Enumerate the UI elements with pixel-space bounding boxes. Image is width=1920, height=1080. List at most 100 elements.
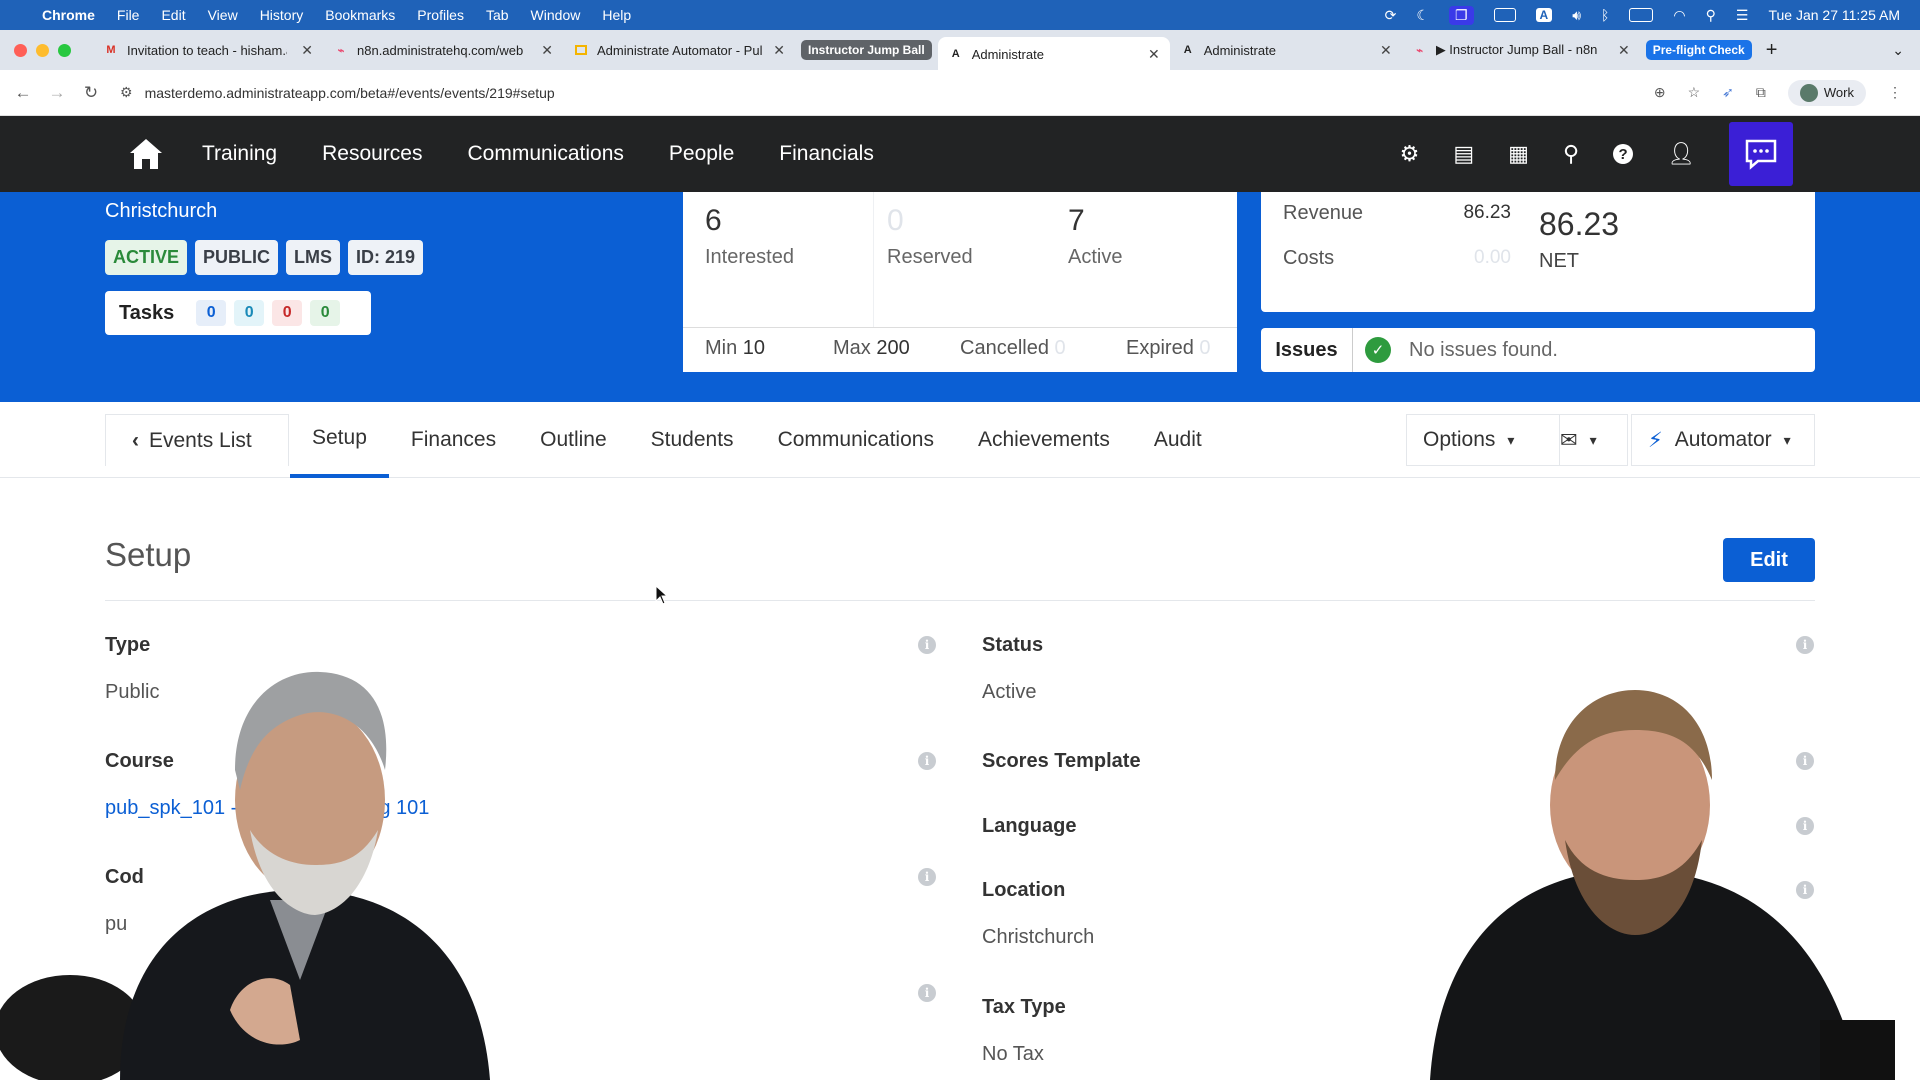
screen-mirroring-icon[interactable]: ❐ — [1448, 5, 1474, 25]
options-dropdown[interactable]: Options ▾ — [1406, 414, 1560, 466]
info-icon[interactable]: i — [918, 636, 936, 654]
edit-button[interactable]: Edit — [1723, 538, 1815, 582]
browser-tab[interactable]: ⌁ n8n.administratehq.com/web ✕ — [323, 34, 563, 66]
input-source-icon[interactable]: A — [1535, 8, 1553, 22]
browser-tab-active[interactable]: A Administrate ✕ — [937, 37, 1170, 71]
site-settings-icon[interactable]: ⚙︎ — [120, 84, 133, 101]
wifi-icon[interactable]: ◠ — [1673, 7, 1685, 24]
new-tab-icon[interactable]: + — [1766, 39, 1778, 62]
close-window-button[interactable] — [14, 43, 27, 57]
info-icon[interactable]: i — [1796, 636, 1814, 654]
automator-dropdown[interactable]: ⚡︎ Automator ▾ — [1631, 414, 1815, 466]
nav-financials[interactable]: Financials — [779, 142, 874, 166]
maximize-window-button[interactable] — [58, 43, 71, 57]
close-icon[interactable]: ✕ — [301, 42, 313, 59]
browser-tab[interactable]: Administrate Automator - Pul ✕ — [563, 34, 795, 66]
nav-resources[interactable]: Resources — [322, 142, 422, 166]
sync-icon[interactable]: ⟳ — [1385, 7, 1397, 24]
menu-tab[interactable]: Tab — [486, 7, 509, 23]
tab-setup[interactable]: Setup — [290, 414, 389, 478]
url-input[interactable]: masterdemo.administrateapp.com/beta#/eve… — [145, 85, 555, 101]
close-icon[interactable]: ✕ — [541, 42, 553, 59]
browser-tab[interactable]: M Invitation to teach - hisham.a ✕ — [93, 34, 323, 66]
email-dropdown[interactable]: ✉ ▾ — [1544, 414, 1628, 466]
presenter-video-left — [0, 671, 490, 1080]
info-icon[interactable]: i — [918, 752, 936, 770]
tab-achievements[interactable]: Achievements — [956, 414, 1132, 466]
home-icon[interactable] — [128, 137, 164, 171]
administrate-icon: A — [951, 48, 960, 60]
browser-tab-strip: M Invitation to teach - hisham.a ✕ ⌁ n8n… — [0, 30, 1920, 71]
macos-menubar: Chrome File Edit View History Bookmarks … — [0, 0, 1920, 30]
tasks-widget[interactable]: Tasks 0 0 0 0 — [105, 291, 371, 335]
close-icon[interactable]: ✕ — [1148, 46, 1160, 63]
list-icon[interactable]: ▤ — [1453, 141, 1474, 167]
tab-search-chevron-icon[interactable]: ⌄ — [1892, 42, 1904, 59]
bookmark-star-icon[interactable]: ☆ — [1688, 84, 1701, 101]
kebab-menu-icon[interactable]: ⋮ — [1888, 84, 1902, 101]
calendar-icon[interactable]: ▦ — [1508, 141, 1529, 167]
minimize-window-button[interactable] — [36, 43, 49, 57]
close-icon[interactable]: ✕ — [773, 42, 785, 59]
search-icon[interactable]: ⚲ — [1563, 141, 1579, 167]
spotlight-icon[interactable]: ⚲ — [1706, 7, 1716, 24]
forward-arrow-icon[interactable]: → — [40, 83, 74, 103]
stat-value: 6 — [705, 204, 722, 237]
field-label: Tax Type — [982, 996, 1066, 1018]
menu-app-name[interactable]: Chrome — [42, 7, 95, 23]
profile-chip[interactable]: Work — [1787, 79, 1866, 106]
extension-rocket-icon[interactable]: ➶ — [1722, 84, 1734, 101]
tab-outline[interactable]: Outline — [518, 414, 629, 466]
browser-tab[interactable]: ⌁ ▶ Instructor Jump Ball - n8n ✕ — [1402, 34, 1640, 66]
costs-label: Costs — [1283, 247, 1335, 269]
tab-students[interactable]: Students — [629, 414, 756, 466]
events-list-button[interactable]: ‹ Events List — [105, 414, 289, 466]
reload-icon[interactable]: ↻ — [74, 83, 108, 103]
menu-window[interactable]: Window — [531, 7, 581, 23]
zoom-icon[interactable]: ⊕ — [1654, 84, 1666, 101]
menu-view[interactable]: View — [208, 7, 238, 23]
control-center-icon[interactable]: ☰ — [1736, 7, 1749, 24]
field-label: Scores Template — [982, 750, 1141, 772]
nav-communications[interactable]: Communications — [467, 142, 623, 166]
browser-tab[interactable]: A Administrate ✕ — [1170, 34, 1402, 66]
tab-finances[interactable]: Finances — [389, 414, 518, 466]
extensions-puzzle-icon[interactable]: ⧉ — [1756, 84, 1766, 101]
back-arrow-icon[interactable]: ← — [6, 83, 40, 103]
chat-button[interactable] — [1729, 122, 1793, 186]
close-icon[interactable]: ✕ — [1380, 42, 1392, 59]
max-capacity: Max 200 — [833, 337, 910, 359]
keyboard-icon[interactable] — [1493, 8, 1516, 22]
menu-edit[interactable]: Edit — [161, 7, 185, 23]
tab-communications[interactable]: Communications — [756, 414, 956, 466]
menu-bookmarks[interactable]: Bookmarks — [325, 7, 395, 23]
menubar-clock[interactable]: Tue Jan 27 11:25 AM — [1768, 7, 1900, 23]
task-count[interactable]: 0 — [310, 300, 341, 326]
task-count[interactable]: 0 — [234, 300, 265, 326]
info-icon[interactable]: i — [918, 984, 936, 1002]
menu-help[interactable]: Help — [602, 7, 631, 23]
event-subnav: ‹ Events List Setup Finances Outline Stu… — [0, 402, 1920, 478]
tab-group-label[interactable]: Instructor Jump Ball — [801, 40, 932, 60]
menu-history[interactable]: History — [260, 7, 304, 23]
battery-icon[interactable] — [1629, 8, 1654, 22]
moon-icon[interactable]: ☾ — [1416, 7, 1429, 24]
event-badges: ACTIVE PUBLIC LMS ID: 219 — [105, 240, 424, 275]
app-navbar: Training Resources Communications People… — [0, 116, 1920, 192]
issues-label: Issues — [1261, 328, 1353, 372]
task-count[interactable]: 0 — [196, 300, 227, 326]
close-icon[interactable]: ✕ — [1618, 42, 1630, 59]
task-count[interactable]: 0 — [272, 300, 303, 326]
help-icon[interactable]: ? — [1613, 144, 1634, 164]
menu-file[interactable]: File — [117, 7, 140, 23]
nav-training[interactable]: Training — [202, 142, 277, 166]
user-icon[interactable]: 👤︎ — [1667, 141, 1695, 167]
volume-icon[interactable]: 🔊︎ — [1572, 7, 1581, 24]
menu-profiles[interactable]: Profiles — [417, 7, 464, 23]
tab-group-label[interactable]: Pre-flight Check — [1645, 40, 1752, 60]
bluetooth-icon[interactable]: ᛒ — [1601, 7, 1609, 23]
gear-icon[interactable]: ⚙ — [1400, 141, 1420, 167]
nav-people[interactable]: People — [669, 142, 734, 166]
tab-audit[interactable]: Audit — [1132, 414, 1224, 466]
info-icon[interactable]: i — [918, 868, 936, 886]
